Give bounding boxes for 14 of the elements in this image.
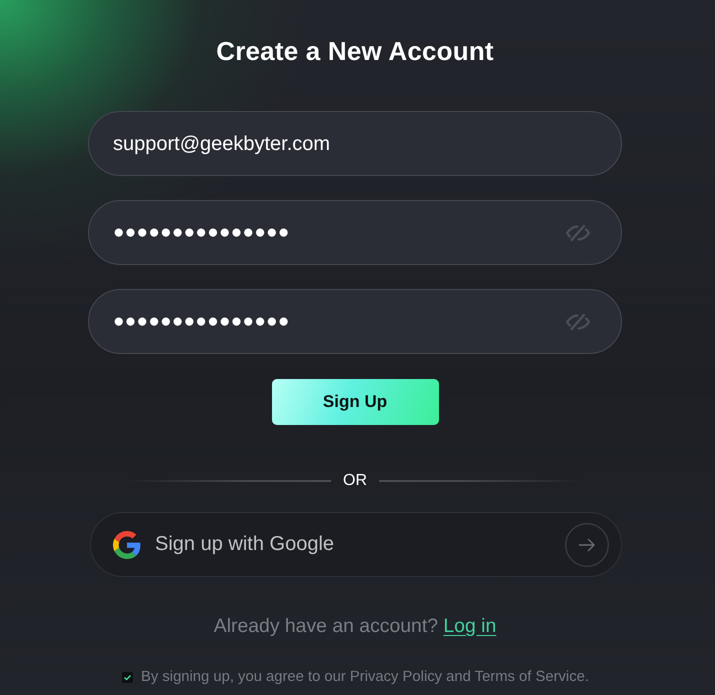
agreement-text: By signing up, you agree to our Privacy Policy and Terms of Service. — [141, 668, 589, 686]
login-link[interactable]: Log in — [443, 615, 496, 637]
agree-checkbox[interactable] — [121, 670, 134, 684]
login-prompt: Already have an account? Log in — [214, 614, 496, 639]
password-field[interactable]: ●●●●●●●●●●●●●●● — [88, 200, 622, 265]
google-g-icon — [113, 530, 141, 558]
sign-up-button[interactable]: Sign Up — [272, 379, 438, 425]
password-field[interactable]: ●●●●●●●●●●●●●●● — [88, 289, 622, 354]
checkmark-icon — [123, 672, 132, 682]
email-field[interactable]: support@geekbyter.com — [88, 111, 622, 176]
arrow-right-icon — [565, 522, 609, 566]
google-sign-up-button[interactable]: Sign up with Google — [90, 512, 622, 577]
or-label: OR — [342, 471, 368, 491]
form-title: Create a New Account — [216, 35, 494, 67]
